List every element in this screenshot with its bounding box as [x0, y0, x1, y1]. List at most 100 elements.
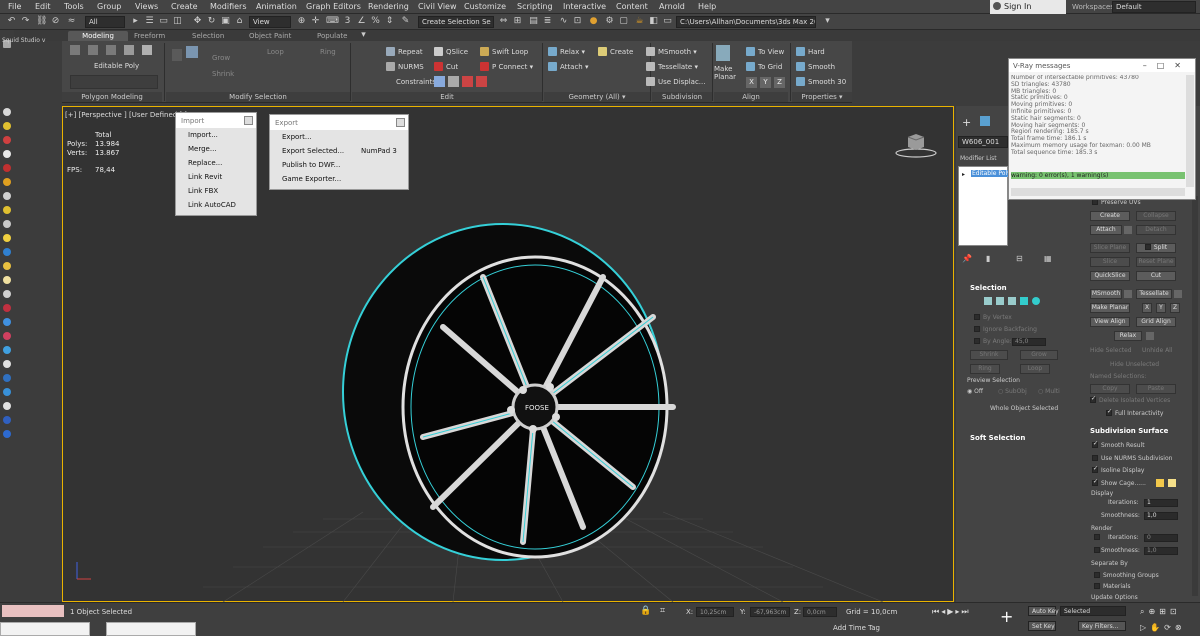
menu-edit[interactable]: Edit — [35, 2, 51, 11]
tool-icon-18[interactable] — [3, 346, 11, 354]
planar-x-button[interactable]: X — [1142, 303, 1152, 313]
scene-explorer-icon[interactable]: ▤ — [528, 16, 539, 27]
edge-icon[interactable] — [996, 297, 1004, 305]
spinner-snap-icon[interactable]: ⇕ — [384, 16, 395, 27]
auto-key-button[interactable]: Auto Key — [1028, 606, 1059, 616]
create-tab-icon[interactable]: + — [962, 116, 971, 129]
selection-tool-icon[interactable] — [172, 49, 182, 61]
vray-vertical-scrollbar[interactable] — [1186, 75, 1194, 187]
merge-item[interactable]: Merge... — [176, 142, 256, 156]
hide-selected-button[interactable]: Hide Selected — [1090, 347, 1132, 355]
viewcube-icon[interactable] — [895, 134, 937, 158]
grow-panel-button[interactable]: Grow — [1020, 350, 1058, 360]
select-by-name-icon[interactable]: ☰ — [144, 16, 155, 27]
add-time-tag-button[interactable]: Add Time Tag — [833, 624, 880, 632]
percent-snap-icon[interactable]: % — [370, 16, 381, 27]
tool-icon-6[interactable] — [3, 178, 11, 186]
material-editor-icon[interactable]: ● — [588, 16, 599, 27]
sign-in-button[interactable]: Sign In — [990, 0, 1066, 14]
close-icon[interactable] — [244, 116, 253, 125]
hide-unselected-button[interactable]: Hide Unselected — [1110, 361, 1159, 369]
selection-rollout-header[interactable]: Selection — [970, 283, 1007, 293]
tool-icon-8[interactable] — [3, 206, 11, 214]
constraint-none-icon[interactable] — [434, 76, 445, 87]
x-coord-field[interactable]: 10,25cm — [696, 607, 734, 617]
p-connect-button[interactable]: P Connect ▾ — [480, 62, 533, 72]
msmooth-panel-button[interactable]: MSmooth — [1090, 289, 1122, 299]
place-icon[interactable]: ⌂ — [234, 16, 245, 27]
tool-icon-11[interactable] — [3, 248, 11, 256]
export-selected-item[interactable]: Export Selected... NumPad 3 — [270, 144, 408, 158]
maxscript-listener[interactable] — [2, 605, 64, 617]
tab-object-paint[interactable]: Object Paint — [245, 31, 295, 41]
quickslice-button[interactable]: QuickSlice — [1090, 271, 1130, 281]
qslice-button[interactable]: QSlice — [434, 47, 468, 57]
attach-panel-button[interactable]: Attach — [1090, 225, 1122, 235]
shrink-button[interactable]: Shrink — [212, 69, 234, 79]
subdivision-group-label[interactable]: Subdivision — [652, 92, 712, 102]
vertex-icon[interactable] — [984, 297, 992, 305]
make-planar-icon[interactable] — [716, 45, 730, 61]
scale-icon[interactable]: ▣ — [220, 16, 231, 27]
repeat-button[interactable]: Repeat — [386, 47, 423, 57]
use-nurms-checkbox[interactable]: Use NURMS Subdivision — [1092, 455, 1172, 463]
relax-button[interactable]: Relax ▾ — [548, 47, 585, 57]
tab-freeform[interactable]: Freeform — [130, 31, 169, 41]
tool-icon-17[interactable] — [3, 332, 11, 340]
planar-y-button[interactable]: Y — [1156, 303, 1166, 313]
tessellate-panel-button[interactable]: Tessellate — [1136, 289, 1172, 299]
to-grid-button[interactable]: To Grid — [746, 62, 782, 72]
by-vertex-checkbox[interactable]: By Vertex — [974, 314, 1012, 322]
create-button[interactable]: Create — [598, 47, 633, 57]
menu-arnold[interactable]: Arnold — [659, 2, 685, 11]
tool-icon-2[interactable] — [3, 122, 11, 130]
relax-panel-button[interactable]: Relax — [1114, 331, 1142, 341]
key-filters-button[interactable]: Key Filters... — [1078, 621, 1126, 631]
menu-civil-view[interactable]: Civil View — [418, 2, 457, 11]
msmooth-button[interactable]: MSmooth ▾ — [646, 47, 697, 57]
full-interactivity-checkbox[interactable]: Full Interactivity — [1106, 408, 1163, 418]
materials-checkbox[interactable]: Materials — [1094, 583, 1131, 591]
preview-subobj-radio[interactable]: ○ SubObj — [998, 388, 1027, 396]
render-iterations-spinner[interactable]: 0 — [1144, 534, 1178, 542]
menu-views[interactable]: Views — [135, 2, 158, 11]
preview-multi-radio[interactable]: ○ Multi — [1038, 388, 1060, 396]
undo-icon[interactable]: ↶ — [6, 16, 17, 27]
menu-scripting[interactable]: Scripting — [517, 2, 553, 11]
element-mode-icon[interactable] — [142, 45, 152, 55]
make-planar-button[interactable]: Make Planar — [714, 65, 736, 81]
mirror-icon[interactable]: ⇔ — [498, 16, 509, 27]
panel-scrollbar[interactable] — [1192, 196, 1198, 596]
ring-panel-button[interactable]: Ring — [970, 364, 1000, 374]
menu-tools[interactable]: Tools — [64, 2, 84, 11]
link-revit-item[interactable]: Link Revit — [176, 170, 256, 184]
taskbar-window-button[interactable] — [106, 622, 196, 636]
vray-horizontal-scrollbar[interactable] — [1011, 188, 1185, 196]
loop-panel-button[interactable]: Loop — [1020, 364, 1050, 374]
project-folder-icon[interactable]: ▭ — [662, 16, 673, 27]
view-align-button[interactable]: View Align — [1090, 317, 1130, 327]
align-z-button[interactable]: Z — [774, 77, 785, 88]
move-icon[interactable]: ✥ — [192, 16, 203, 27]
create-panel-button[interactable]: Create — [1090, 211, 1130, 221]
tool-icon-21[interactable] — [3, 388, 11, 396]
tool-icon-15[interactable] — [3, 304, 11, 312]
render-setup-icon[interactable]: ⚙ — [604, 16, 615, 27]
properties-group-label[interactable]: Properties ▾ — [792, 92, 852, 102]
editable-poly-label[interactable]: Editable Poly — [94, 61, 139, 71]
rotate-icon[interactable]: ↻ — [206, 16, 217, 27]
cage-color-swatch-1[interactable] — [1156, 479, 1164, 487]
project-menu-icon[interactable]: ▾ — [822, 16, 833, 27]
workspace-dropdown[interactable]: Default — [1112, 1, 1196, 13]
tool-icon-20[interactable] — [3, 374, 11, 382]
make-planar-panel-button[interactable]: Make Planar — [1090, 303, 1130, 313]
constraint-normal-icon[interactable] — [476, 76, 487, 87]
soft-selection-rollout-header[interactable]: Soft Selection — [970, 433, 1025, 443]
tool-icon-1[interactable] — [3, 108, 11, 116]
render-iterative-icon[interactable]: ◧ — [648, 16, 659, 27]
menu-interactive[interactable]: Interactive — [563, 2, 606, 11]
collapse-button[interactable]: Collapse — [1136, 211, 1176, 221]
ribbon-options-icon[interactable]: ▾ — [358, 30, 369, 41]
tool-icon-24[interactable] — [3, 430, 11, 438]
render-production-icon[interactable]: ☕ — [634, 16, 645, 27]
